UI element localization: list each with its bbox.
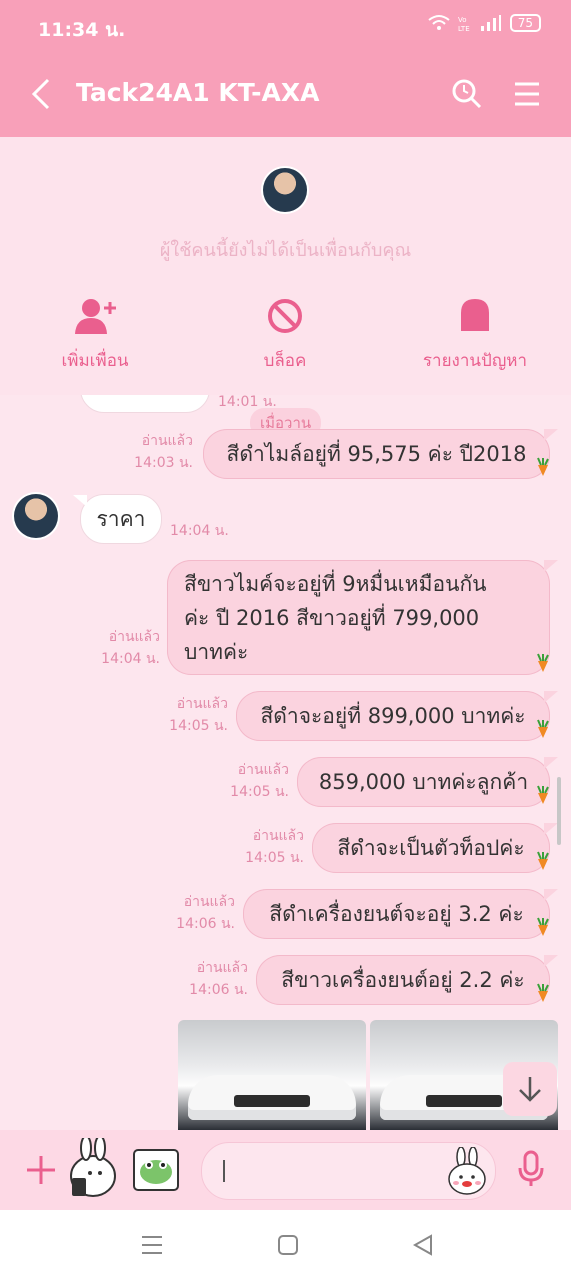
message-meta: อ่านแล้ว 14:06 น. (155, 891, 235, 935)
carrot-icon (537, 785, 549, 804)
message-time: 14:06 น. (189, 982, 248, 998)
chevron-left-icon (31, 78, 50, 110)
carrot-icon (537, 983, 549, 1002)
recent-apps-icon[interactable] (140, 1234, 164, 1256)
read-receipt: อ่านแล้ว (141, 433, 193, 449)
carrot-icon (537, 457, 549, 476)
block-button[interactable]: บล็อค (190, 297, 380, 374)
read-receipt: อ่านแล้ว (183, 894, 235, 910)
message-text: 859,000 บาทค่ะลูกค้า (318, 770, 529, 794)
carrot-icon (537, 719, 549, 738)
message-time: 14:04 น. (101, 651, 160, 667)
status-icons: Vo LTE 75 (428, 14, 541, 32)
arrow-down-icon (519, 1077, 541, 1102)
wifi-icon (428, 15, 450, 30)
message-text: สีดำเครื่องยนต์จะอยู่ 3.2 ค่ะ (269, 902, 524, 926)
add-friend-label: เพิ่มเพื่อน (61, 351, 129, 371)
message-time: 14:05 น. (245, 850, 304, 866)
incoming-message-bubble[interactable]: ราคา (73, 494, 162, 544)
report-button[interactable]: รายงานปัญหา (380, 297, 570, 374)
message-bubble[interactable]: สีดำจะเป็นตัวท็อปค่ะ (312, 823, 558, 873)
report-label: รายงานปัญหา (422, 351, 528, 371)
svg-text:LTE: LTE (458, 25, 470, 32)
message-meta: อ่านแล้ว 14:05 น. (224, 825, 304, 869)
message-line: บาทค่ะ (184, 640, 249, 664)
back-button[interactable] (28, 76, 52, 116)
message-bubble[interactable]: 859,000 บาทค่ะลูกค้า (297, 757, 558, 807)
add-friend-button[interactable]: เพิ่มเพื่อน (0, 297, 190, 374)
read-receipt: อ่านแล้ว (196, 960, 248, 976)
message-text: สีดำจะเป็นตัวท็อปค่ะ (337, 836, 525, 860)
message-time: 14:06 น. (176, 916, 235, 932)
svg-text:Vo: Vo (458, 16, 467, 24)
add-user-icon (75, 299, 116, 334)
sticker-icon[interactable] (66, 1138, 124, 1198)
message-time: 14:04 น. (170, 523, 229, 539)
search-button[interactable] (451, 78, 483, 114)
hamburger-icon (515, 82, 539, 106)
status-time: 11:34 น. (38, 19, 126, 41)
read-receipt: อ่านแล้ว (252, 828, 304, 844)
read-receipt: อ่านแล้ว (108, 629, 160, 645)
chat-area[interactable]: 14:01 น. เมื่อวาน อ่านแล้ว 14:03 น. สีดำ… (0, 395, 571, 1130)
message-text: สีขาวเครื่องยนต์อยู่ 2.2 ค่ะ (281, 968, 525, 992)
back-nav-icon[interactable] (412, 1234, 434, 1256)
menu-button[interactable] (513, 81, 541, 111)
sender-avatar[interactable] (14, 494, 58, 538)
carrot-icon (537, 917, 549, 936)
emoji-picker-icon[interactable] (132, 1148, 180, 1192)
plus-icon[interactable] (25, 1154, 57, 1186)
partial-message-bubble[interactable] (80, 395, 210, 413)
message-bubble[interactable]: สีขาวไมค์จะอยู่ที่ 9หมื่นเหมือนกัน ค่ะ ป… (167, 560, 558, 675)
message-meta: อ่านแล้ว 14:05 น. (148, 693, 228, 737)
volte-icon: VoLTE (458, 16, 470, 32)
message-bubble[interactable]: สีดำไมล์อยู่ที่ 95,575 ค่ะ ปี2018 (203, 429, 558, 479)
message-meta: อ่านแล้ว 14:04 น. (80, 626, 160, 670)
message-text: สีดำจะอยู่ที่ 899,000 บาทค่ะ (260, 704, 526, 728)
carrot-icon (537, 851, 549, 870)
message-time: 14:05 น. (169, 718, 228, 734)
message-bubble[interactable]: สีดำเครื่องยนต์จะอยู่ 3.2 ค่ะ (243, 889, 558, 939)
status-bar: 11:34 น. Vo LTE 75 (0, 0, 571, 52)
battery-indicator: 75 (509, 14, 541, 32)
block-label: บล็อค (263, 351, 307, 371)
scrollbar[interactable] (557, 777, 561, 845)
message-input[interactable] (201, 1142, 496, 1200)
message-meta: อ่านแล้ว 14:03 น. (113, 430, 193, 474)
message-text: สีดำไมล์อยู่ที่ 95,575 ค่ะ ปี2018 (226, 442, 527, 466)
message-bubble[interactable]: สีขาวเครื่องยนต์อยู่ 2.2 ค่ะ (256, 955, 558, 1005)
message-line: ค่ะ ปี 2016 สีขาวอยู่ที่ 799,000 (184, 606, 480, 630)
sticker-button-icon[interactable] (447, 1147, 487, 1195)
block-icon (268, 299, 302, 333)
scroll-to-bottom-button[interactable] (503, 1062, 557, 1116)
message-time: 14:03 น. (134, 455, 193, 471)
not-friend-panel: ผู้ใช้คนนี้ยังไม่ได้เป็นเพื่อนกับคุณ เพิ… (0, 137, 571, 395)
system-nav-bar (0, 1210, 571, 1280)
message-meta: อ่านแล้ว 14:06 น. (168, 957, 248, 1001)
message-line: สีขาวไมค์จะอยู่ที่ 9หมื่นเหมือนกัน (184, 572, 487, 596)
microphone-icon[interactable] (517, 1150, 545, 1188)
contact-avatar[interactable] (263, 168, 307, 212)
signal-icon (480, 15, 501, 31)
message-input-bar (0, 1130, 571, 1210)
bell-icon (461, 299, 489, 331)
carrot-icon (537, 653, 549, 672)
message-bubble[interactable]: สีดำจะอยู่ที่ 899,000 บาทค่ะ (236, 691, 558, 741)
message-time: 14:05 น. (230, 784, 289, 800)
home-icon[interactable] (277, 1234, 299, 1256)
text-cursor (223, 1160, 225, 1182)
not-friend-notice: ผู้ใช้คนนี้ยังไม่ได้เป็นเพื่อนกับคุณ (159, 240, 412, 261)
message-text: ราคา (96, 507, 146, 531)
read-receipt: อ่านแล้ว (237, 762, 289, 778)
read-receipt: อ่านแล้ว (176, 696, 228, 712)
chat-title: Tack24A1 KT-AXA (76, 78, 320, 107)
chat-header: Tack24A1 KT-AXA (0, 52, 571, 137)
search-icon (452, 79, 482, 109)
photo-thumbnail[interactable] (178, 1020, 366, 1130)
message-meta: อ่านแล้ว 14:05 น. (209, 759, 289, 803)
